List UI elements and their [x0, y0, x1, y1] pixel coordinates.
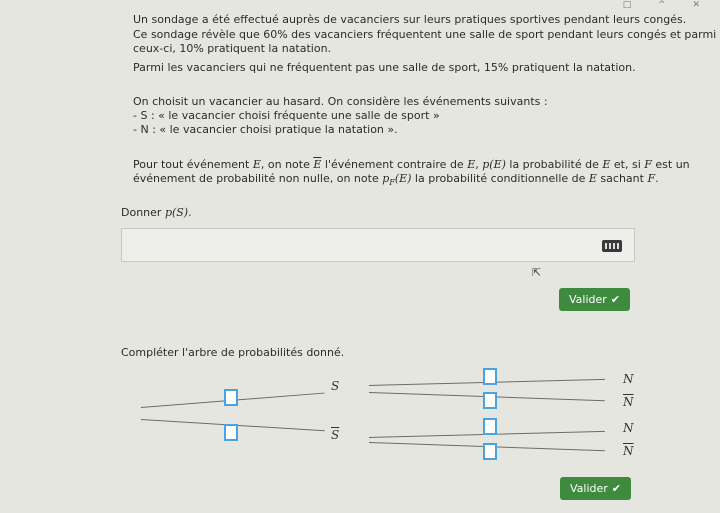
node-n-label-2: N	[623, 421, 634, 435]
question-1: Donner p(S).	[121, 206, 192, 219]
event-s-definition: - S : « le vacancier choisi fréquente un…	[133, 109, 440, 122]
problem-line-2: Ce sondage révèle que 60% des vacanciers…	[133, 28, 717, 41]
prob-input-s[interactable]	[224, 389, 238, 406]
node-s-label: S	[331, 379, 340, 393]
prob-input-s-bar-n-bar[interactable]	[483, 443, 497, 460]
question-2: Compléter l'arbre de probabilités donné.	[121, 346, 345, 359]
answer-input[interactable]	[121, 228, 635, 262]
notation-line-2: événement de probabilité non nulle, on n…	[133, 172, 659, 188]
problem-line-4: Parmi les vacanciers qui ne fréquentent …	[133, 61, 636, 74]
validate-button-1[interactable]: Valider ✔	[559, 288, 631, 311]
node-n-bar-label-1: N	[623, 395, 634, 409]
prob-input-s-n-bar[interactable]	[483, 392, 497, 409]
keyboard-icon[interactable]	[602, 240, 622, 252]
problem-line-3: ceux-ci, 10% pratiquent la natation.	[133, 42, 332, 55]
event-n-definition: - N : « le vacancier choisi pratique la …	[133, 123, 398, 136]
problem-line-1: Un sondage a été effectué auprès de vaca…	[133, 13, 687, 26]
mouse-cursor-icon: ⇱	[532, 266, 542, 279]
node-n-bar-label-2: N	[623, 444, 634, 458]
validate-button-2[interactable]: Valider ✔	[560, 477, 632, 500]
prob-input-s-bar-n[interactable]	[483, 418, 497, 435]
problem-line-5: On choisit un vacancier au hasard. On co…	[133, 95, 548, 108]
prob-input-s-bar[interactable]	[224, 424, 238, 441]
prob-input-s-n[interactable]	[483, 368, 497, 385]
node-s-bar-label: S	[331, 428, 340, 442]
notation-line-1: Pour tout événement E, on note E l'événe…	[133, 158, 690, 171]
node-n-label-1: N	[623, 372, 634, 386]
window-controls[interactable]: □ ^ ✕	[623, 0, 712, 10]
